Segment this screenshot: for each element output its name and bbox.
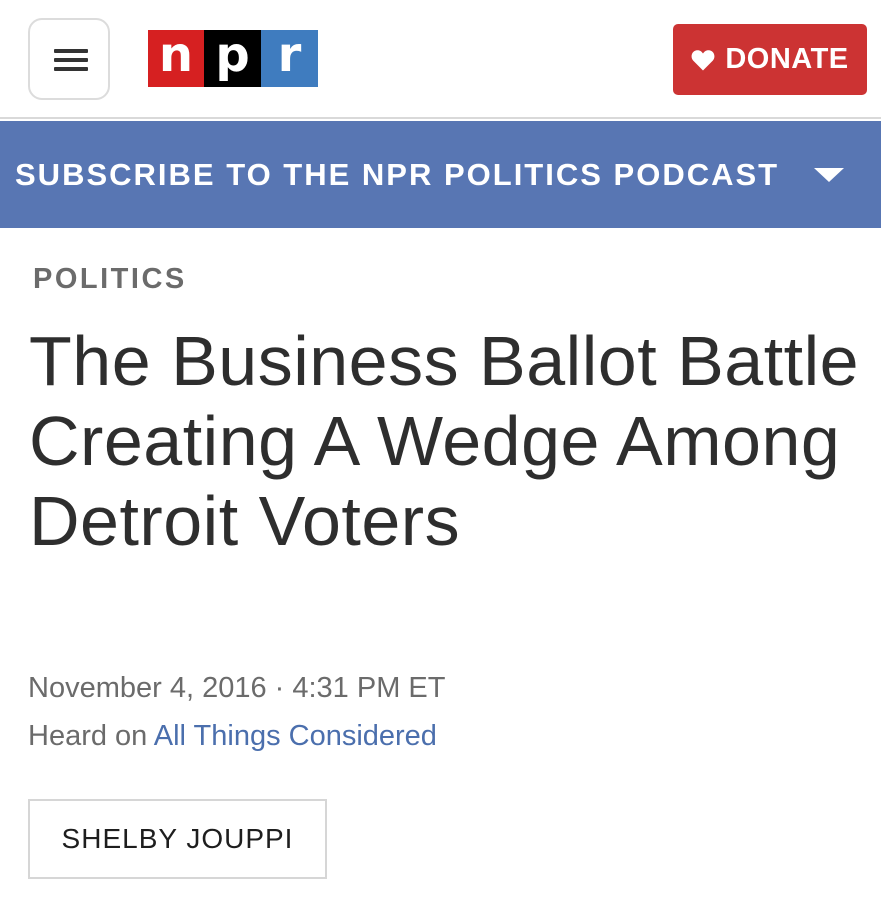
donate-label: DONATE [725,43,849,75]
article-headline: The Business Ballot Battle Creating A We… [29,322,860,560]
heard-on-show-link[interactable]: All Things Considered [154,720,437,752]
heart-icon [691,49,715,70]
heard-on-prefix: Heard on [28,720,154,752]
logo-letter-p: p [204,30,261,87]
logo-letter-r: r [261,30,318,87]
logo-letter-n: n [148,30,204,87]
donate-button[interactable]: DONATE [673,24,867,95]
menu-bar-line [54,67,88,71]
menu-bar-line [54,58,88,62]
subscribe-podcast-bar[interactable]: SUBSCRIBE TO THE NPR POLITICS PODCAST [0,121,881,228]
subscribe-podcast-label: SUBSCRIBE TO THE NPR POLITICS PODCAST [15,157,780,192]
chevron-down-icon[interactable] [814,168,844,182]
npr-logo[interactable]: n p r [148,30,318,87]
section-label[interactable]: POLITICS [33,263,187,296]
site-header: n p r DONATE [0,0,881,119]
heard-on: Heard on All Things Considered [28,718,437,754]
article-dateline: November 4, 2016 · 4:31 PM ET [28,672,446,704]
hamburger-menu-icon[interactable] [28,18,110,100]
author-byline-button[interactable]: SHELBY JOUPPI [28,799,327,879]
menu-bar-line [54,49,88,53]
